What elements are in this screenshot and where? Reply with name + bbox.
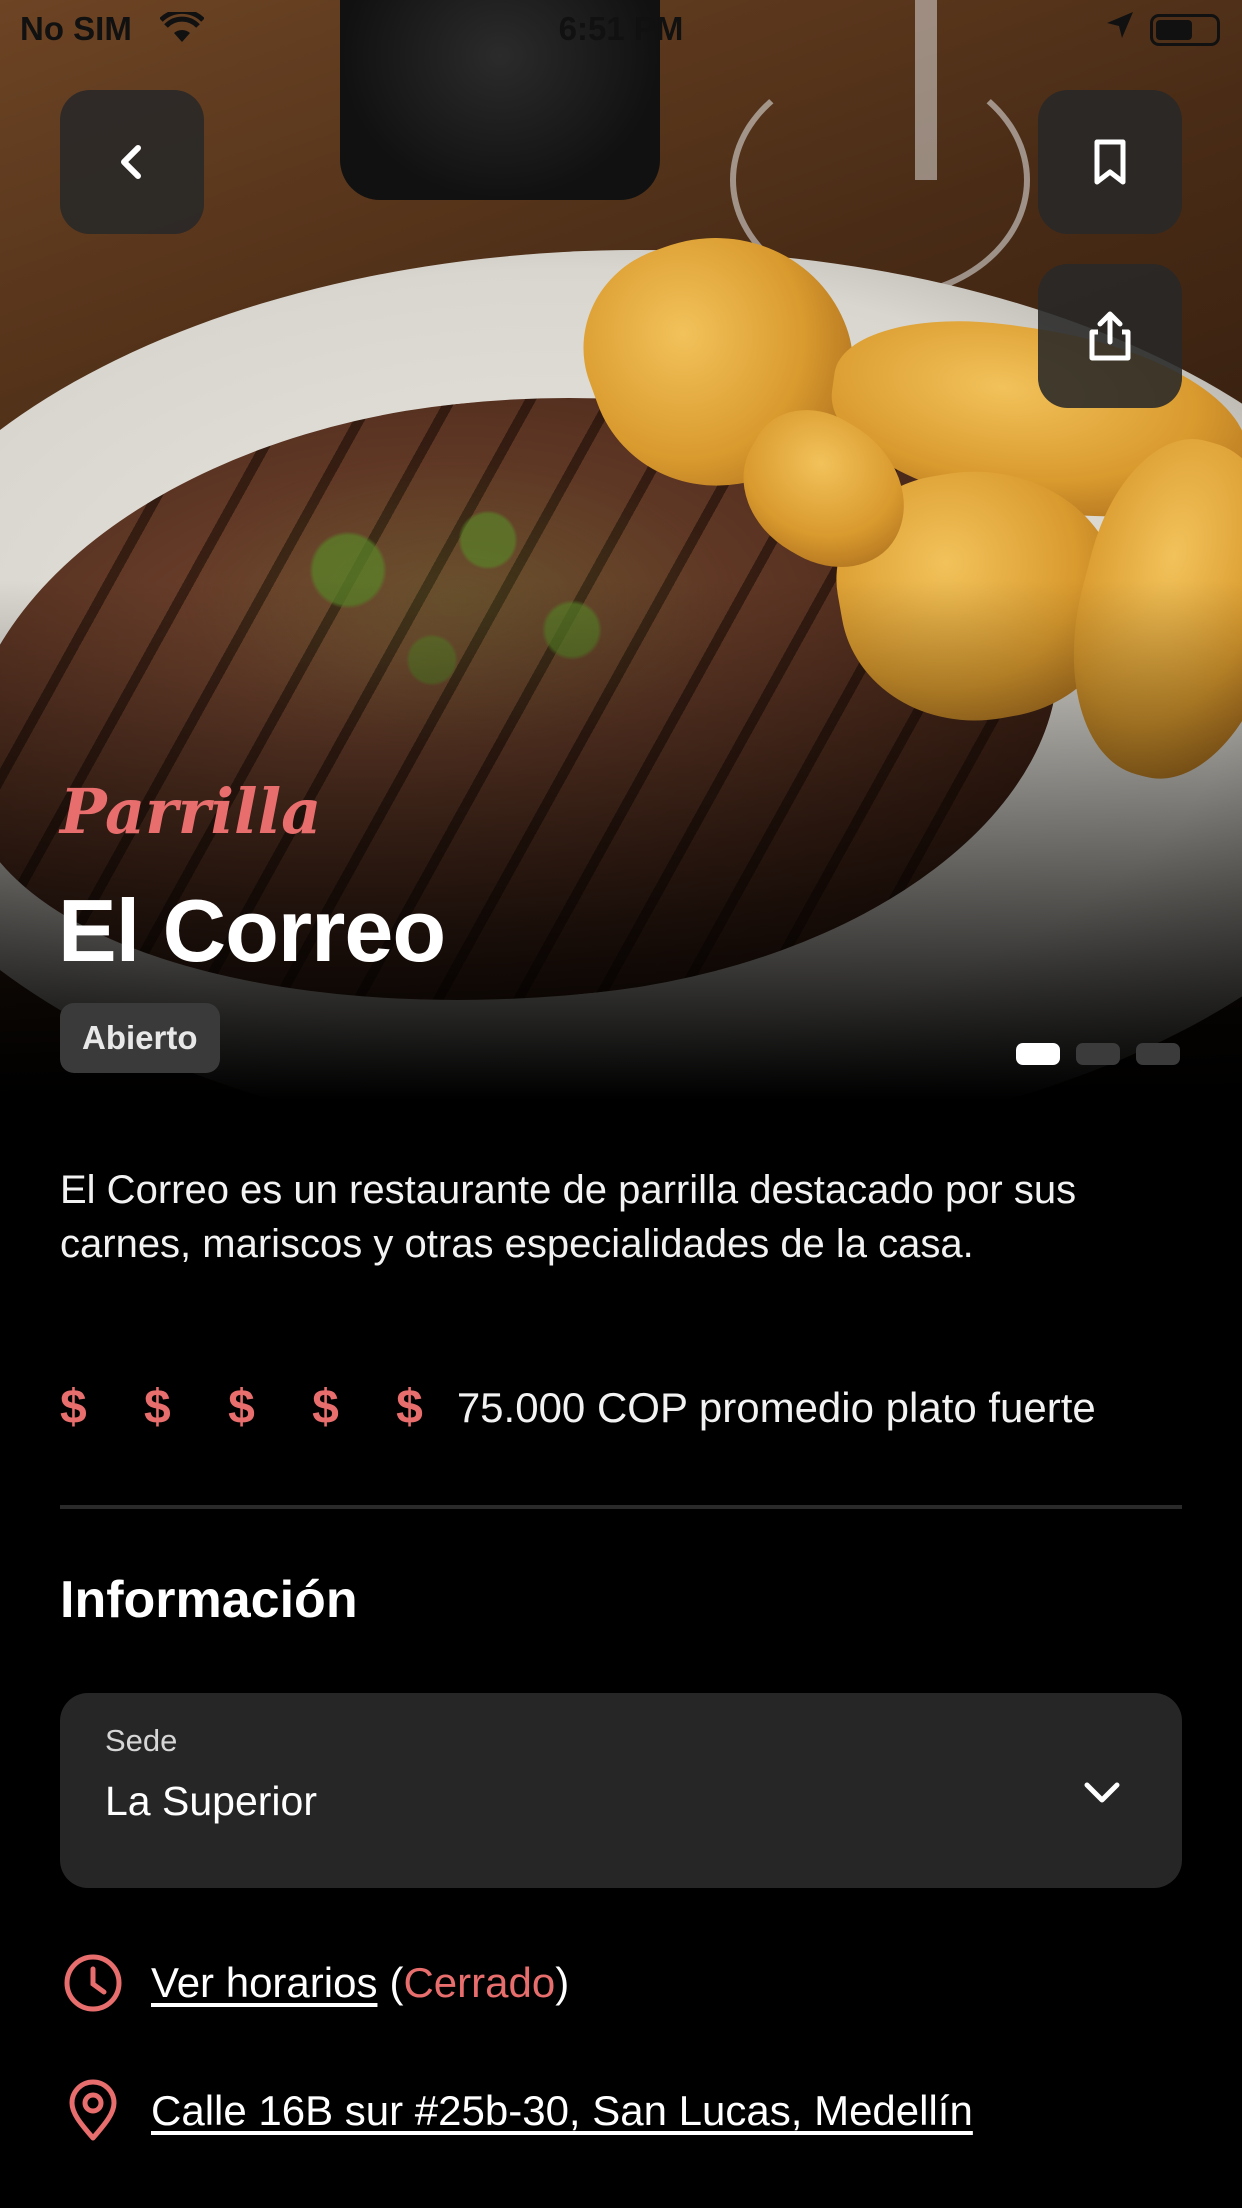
status-time: 6:51 PM [558, 10, 684, 47]
close-paren: ) [555, 1959, 570, 2006]
branch-select-label: Sede [105, 1723, 178, 1758]
bookmark-icon [1094, 139, 1126, 185]
share-button[interactable] [1038, 264, 1182, 408]
share-icon [1089, 311, 1131, 361]
branch-select[interactable]: Sede La Superior [60, 1693, 1182, 1888]
clock-icon [64, 1954, 122, 2012]
chevron-down-icon [1084, 1782, 1120, 1803]
carousel-dot[interactable] [1136, 1043, 1180, 1065]
status-bar: No SIM 6:51 PM [0, 0, 1242, 60]
location-pin-icon [69, 2079, 117, 2141]
schedule-link[interactable]: Ver horarios [151, 1959, 377, 2007]
schedule-status: Cerrado [403, 1959, 556, 2006]
price-level: $ $ $ $ $ [60, 1381, 445, 1434]
address-link[interactable]: Calle 16B sur #25b-30, San Lucas, Medell… [151, 2087, 973, 2135]
back-button[interactable] [60, 90, 204, 234]
location-arrow-icon [1105, 10, 1135, 48]
average-price: 75.000 COP promedio plato fuerte [456, 1383, 1096, 1431]
restaurant-description: El Correo es un restaurante de parrilla … [60, 1168, 1077, 1266]
chevron-left-icon [121, 145, 141, 179]
address-row: Calle 16B sur #25b-30, San Lucas, Medell… [60, 2078, 973, 2144]
open-paren: ( [389, 1959, 404, 2006]
bookmark-button[interactable] [1038, 90, 1182, 234]
carousel-dot[interactable] [1076, 1043, 1120, 1065]
price-row: $ $ $ $ $ 75.000 COP promedio plato fuer… [60, 1380, 1096, 1435]
category-label: Parrilla [60, 775, 322, 848]
schedule-row: Ver horarios (Cerrado) [60, 1950, 569, 2016]
status-badge: Abierto [60, 1003, 220, 1073]
carousel-dot[interactable] [1016, 1043, 1060, 1065]
restaurant-name: El Correo [58, 881, 446, 980]
branch-select-value: La Superior [105, 1778, 317, 1824]
battery-icon [1150, 14, 1220, 46]
carousel-indicator[interactable] [1016, 1043, 1180, 1065]
section-title-information: Información [60, 1571, 358, 1629]
divider [60, 1505, 1182, 1509]
